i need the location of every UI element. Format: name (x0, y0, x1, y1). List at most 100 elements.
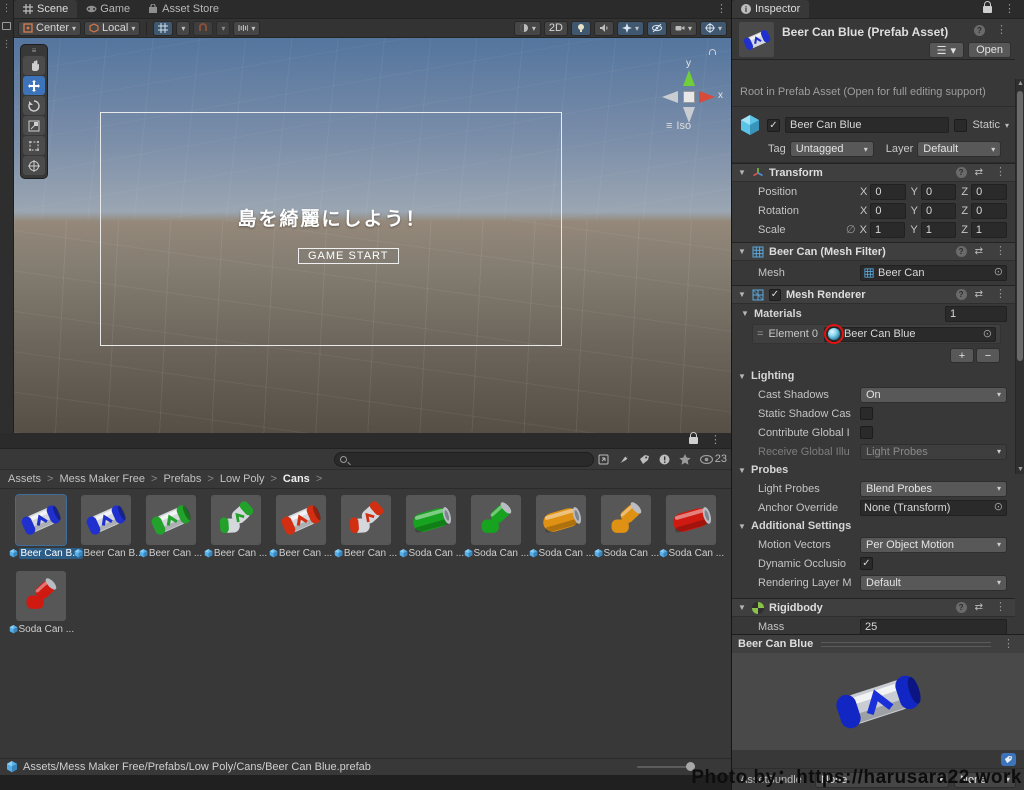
audio-toggle-button[interactable] (594, 21, 614, 36)
help-icon[interactable]: ? (974, 25, 985, 36)
active-checkbox[interactable]: ✓ (767, 119, 780, 132)
static-shadow-caster-checkbox[interactable] (860, 407, 873, 420)
asset-item[interactable]: Beer Can ... (268, 495, 333, 559)
projection-mode-label[interactable]: ≡ Iso (666, 120, 691, 132)
search-input[interactable] (351, 453, 588, 466)
asset-thumbnail[interactable] (146, 495, 196, 545)
rigidbody-header[interactable]: ▼ Rigidbody ?⇄⋮ (732, 598, 1015, 617)
shading-mode-dropdown[interactable]: ▾ (514, 21, 541, 36)
tag-dropdown[interactable]: Untagged▾ (790, 141, 874, 157)
cast-shadows-dropdown[interactable]: On▾ (860, 387, 1007, 403)
effects-dropdown[interactable]: ▾ (617, 21, 644, 36)
rendering-layer-dropdown[interactable]: Default▾ (860, 575, 1007, 591)
layer-dropdown[interactable]: Default▾ (917, 141, 1001, 157)
asset-item[interactable]: Beer Can ... (138, 495, 203, 559)
rotation-z-field[interactable]: 0 (971, 203, 1007, 219)
asset-item[interactable]: Beer Can B... (73, 495, 138, 559)
materials-foldout-row[interactable]: ▼ Materials 1 (732, 304, 1015, 323)
asset-thumbnail[interactable] (601, 495, 651, 545)
pivot-mode-dropdown[interactable]: Center▾ (18, 21, 81, 36)
asset-thumbnail[interactable] (406, 495, 456, 545)
gizmo-center-cube[interactable] (683, 91, 695, 103)
scale-y-field[interactable]: 1 (921, 222, 956, 238)
component-menu-icon[interactable]: ⋮ (991, 289, 1010, 300)
preview-menu-icon[interactable]: ⋮ (999, 639, 1018, 650)
move-tool-button[interactable] (23, 76, 45, 95)
constrain-proportions-icon[interactable]: ∅ (846, 223, 856, 236)
scale-x-field[interactable]: 1 (870, 222, 905, 238)
scale-tool-button[interactable] (23, 116, 45, 135)
foldout-icon[interactable]: ▼ (737, 290, 747, 299)
prefab-overrides-dropdown[interactable]: ☰▾ (929, 42, 964, 58)
component-menu-icon[interactable]: ⋮ (991, 167, 1010, 178)
presets-icon[interactable]: ⇄ (975, 246, 983, 257)
help-icon[interactable]: ? (956, 246, 967, 257)
inspector-lock-icon[interactable] (983, 6, 992, 13)
transform-header[interactable]: ▼ Transform ? ⇄ ⋮ (732, 163, 1015, 182)
receive-gi-dropdown[interactable]: Light Probes▾ (860, 444, 1007, 460)
project-menu-icon[interactable]: ⋮ (706, 435, 725, 446)
scrollbar-thumb[interactable] (1017, 91, 1023, 361)
help-icon[interactable]: ? (956, 602, 967, 613)
presets-icon[interactable]: ⇄ (975, 602, 983, 613)
transform-tool-button[interactable] (23, 156, 45, 175)
motion-vectors-dropdown[interactable]: Per Object Motion▾ (860, 537, 1007, 553)
component-menu-icon[interactable]: ⋮ (991, 602, 1010, 613)
asset-thumbnail[interactable] (536, 495, 586, 545)
gizmo-left-axis-cone[interactable] (662, 91, 678, 103)
breadcrumb-item[interactable]: Mess Maker Free (59, 473, 145, 485)
materials-count-field[interactable]: 1 (945, 306, 1007, 322)
asset-thumbnail[interactable] (341, 495, 391, 545)
breadcrumb-item[interactable]: Prefabs (163, 473, 201, 485)
scroll-down-icon[interactable]: ▼ (1016, 466, 1024, 473)
asset-item[interactable]: Beer Can ... (333, 495, 398, 559)
position-y-field[interactable]: 0 (921, 184, 956, 200)
mesh-object-field[interactable]: Beer Can ⊙ (860, 265, 1007, 281)
add-material-button[interactable]: + (950, 348, 974, 363)
favorites-star-icon[interactable] (679, 454, 691, 465)
asset-thumbnail[interactable] (16, 495, 66, 545)
help-icon[interactable]: ? (956, 289, 967, 300)
foldout-icon[interactable]: ▼ (737, 247, 747, 256)
probes-foldout[interactable]: ▼Probes (732, 461, 1015, 479)
material-element-row[interactable]: = Element 0 Beer Can Blue ⊙ (752, 324, 1001, 344)
asset-item[interactable]: Soda Can ... (658, 495, 723, 559)
asset-thumbnail[interactable] (666, 495, 716, 545)
preview-drag-handle[interactable] (821, 642, 991, 647)
grid-snap-dropdown[interactable]: ▾ (176, 21, 190, 36)
rotation-y-field[interactable]: 0 (921, 203, 956, 219)
gizmo-x-axis-cone[interactable] (699, 91, 715, 103)
tab-scene[interactable]: Scene (14, 0, 77, 18)
snap-settings-dropdown[interactable]: ▾ (216, 21, 230, 36)
lighting-toggle-button[interactable] (571, 21, 591, 36)
grid-visibility-button[interactable] (153, 21, 173, 36)
hidden-objects-toggle[interactable] (647, 21, 667, 36)
dock-handle-icon[interactable]: ⋮ (0, 40, 13, 50)
rotation-x-field[interactable]: 0 (870, 203, 905, 219)
presets-icon[interactable]: ⇄ (975, 289, 983, 300)
mesh-renderer-header[interactable]: ▼ ✓ Mesh Renderer ?⇄⋮ (732, 285, 1015, 304)
asset-thumbnail[interactable] (16, 571, 66, 621)
snap-toggle-button[interactable] (193, 21, 213, 36)
asset-item[interactable]: Beer Can B... (8, 495, 73, 559)
asset-thumbnail[interactable] (211, 495, 261, 545)
anchor-override-field[interactable]: None (Transform)⊙ (860, 500, 1007, 516)
rotate-tool-button[interactable] (23, 96, 45, 115)
tab-asset-store[interactable]: Asset Store (139, 0, 228, 18)
gizmo-y-axis-cone[interactable] (683, 70, 695, 86)
hidden-count-toggle[interactable]: 23 (700, 453, 727, 465)
static-checkbox[interactable] (954, 119, 967, 132)
inspector-scrollbar[interactable]: ▲ ▼ (1015, 79, 1024, 474)
asset-item[interactable]: Soda Can ... (593, 495, 658, 559)
header-menu-icon[interactable]: ⋮ (992, 25, 1011, 36)
search-by-label-icon[interactable] (639, 454, 650, 465)
position-z-field[interactable]: 0 (971, 184, 1007, 200)
mass-field[interactable]: 25 (860, 619, 1007, 635)
2d-toggle-button[interactable]: 2D (544, 21, 568, 36)
scene-view[interactable]: 島を綺麗にしよう！ GAME START ≡ y x ≡ Iso (14, 38, 731, 433)
presets-icon[interactable]: ⇄ (975, 167, 983, 178)
preview-header[interactable]: Beer Can Blue ⋮ (732, 635, 1024, 653)
asset-item[interactable]: Soda Can ... (463, 495, 528, 559)
dynamic-occlusion-checkbox[interactable]: ✓ (860, 557, 873, 570)
open-search-window-icon[interactable] (598, 454, 609, 465)
